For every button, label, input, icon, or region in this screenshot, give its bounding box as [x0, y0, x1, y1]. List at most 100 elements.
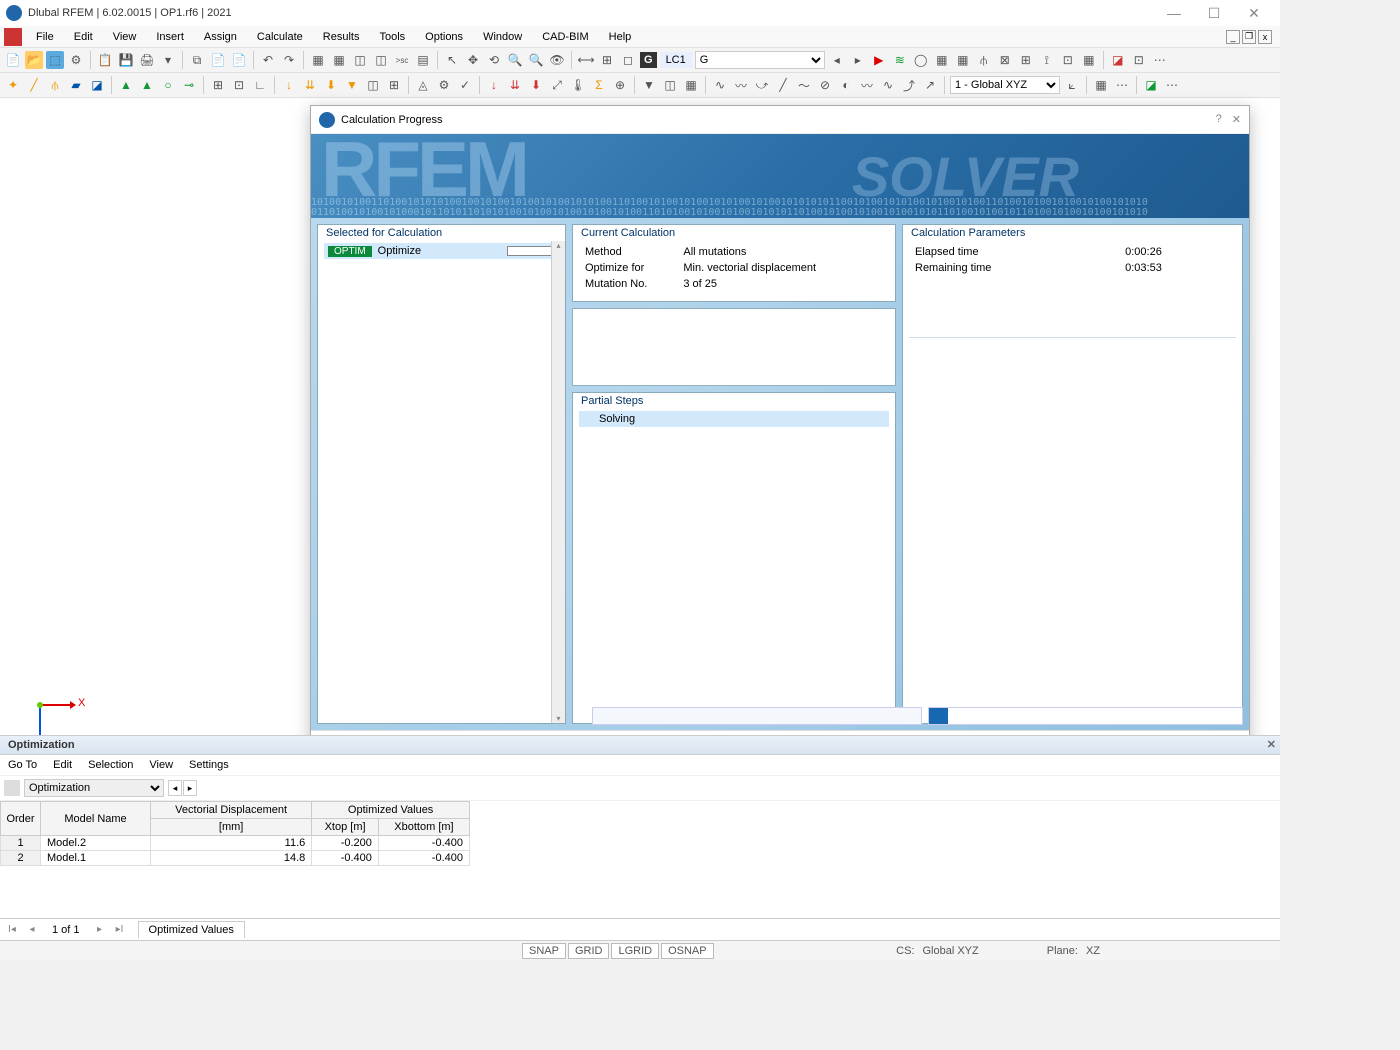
r2-icon[interactable]: 〰 — [732, 76, 750, 94]
panel-title[interactable]: Optimization ✕ — [0, 736, 1280, 755]
more2-icon[interactable]: ⋯ — [1163, 76, 1181, 94]
status-grid[interactable]: GRID — [568, 943, 610, 959]
sel-row-optimize[interactable]: OPTIM Optimize — [324, 243, 559, 259]
cs-select[interactable]: 1 - Global XYZ — [950, 76, 1060, 94]
status-osnap[interactable]: OSNAP — [661, 943, 714, 959]
close-button[interactable]: ✕ — [1234, 1, 1274, 25]
mdi-restore-icon[interactable]: ❐ — [1242, 30, 1256, 44]
box-icon[interactable]: ⊡ — [1130, 51, 1148, 69]
force2-icon[interactable]: ⇊ — [506, 76, 524, 94]
r4-icon[interactable]: ╱ — [774, 76, 792, 94]
load2-icon[interactable]: ⇊ — [301, 76, 319, 94]
result1-icon[interactable]: ▦ — [933, 51, 951, 69]
menu-options[interactable]: Options — [415, 29, 473, 45]
menu-view[interactable]: View — [103, 29, 147, 45]
save-icon[interactable]: ⬚ — [46, 51, 64, 69]
r9-icon[interactable]: ∿ — [879, 76, 897, 94]
paste-icon[interactable]: 📄 — [209, 51, 227, 69]
layers-icon[interactable]: ▦ — [1092, 76, 1110, 94]
eye-icon[interactable]: 👁 — [548, 51, 566, 69]
nav-prev-icon[interactable]: ◂ — [24, 922, 40, 938]
status-lgrid[interactable]: LGRID — [611, 943, 659, 959]
panel2-icon[interactable]: ◫ — [372, 51, 390, 69]
snap-icon[interactable]: ⊡ — [230, 76, 248, 94]
clipboard-icon[interactable]: 📋 — [96, 51, 114, 69]
r10-icon[interactable]: ⤴ — [900, 76, 918, 94]
ortho-icon[interactable]: ∟ — [251, 76, 269, 94]
panel-table-icon[interactable] — [4, 780, 20, 796]
status-snap[interactable]: SNAP — [522, 943, 566, 959]
r7-icon[interactable]: ◐ — [837, 76, 855, 94]
r6-icon[interactable]: ⊘ — [816, 76, 834, 94]
zoom-ext-icon[interactable]: 🔍 — [527, 51, 545, 69]
dim-icon[interactable]: ⟷ — [577, 51, 595, 69]
panel-menu-view[interactable]: View — [149, 759, 173, 771]
support1-icon[interactable]: ▲ — [117, 76, 135, 94]
wind-icon[interactable]: ≋ — [891, 51, 909, 69]
panel-menu-selection[interactable]: Selection — [88, 759, 133, 771]
zoom-icon[interactable]: 🔍 — [506, 51, 524, 69]
view2-icon[interactable]: ▦ — [682, 76, 700, 94]
open-icon[interactable]: 📂 — [25, 51, 43, 69]
misc-icon[interactable]: ⋯ — [1113, 76, 1131, 94]
comb-icon[interactable]: Σ — [590, 76, 608, 94]
r11-icon[interactable]: ↗ — [921, 76, 939, 94]
view1-icon[interactable]: ◫ — [661, 76, 679, 94]
r5-icon[interactable]: 〜 — [795, 76, 813, 94]
load6-icon[interactable]: ⊞ — [385, 76, 403, 94]
load3-icon[interactable]: ⬇ — [322, 76, 340, 94]
align-icon[interactable]: ⊞ — [598, 51, 616, 69]
sc-icon[interactable]: >sc — [393, 51, 411, 69]
imp-icon[interactable]: ⤢ — [548, 76, 566, 94]
env-icon[interactable]: ⊕ — [611, 76, 629, 94]
more-icon[interactable]: ⋯ — [1151, 51, 1169, 69]
circle-icon[interactable]: ◯ — [912, 51, 930, 69]
result5-icon[interactable]: ⊞ — [1017, 51, 1035, 69]
mdi-close-icon[interactable]: x — [1258, 30, 1272, 44]
list-icon[interactable]: ▤ — [414, 51, 432, 69]
tab-optimized-values[interactable]: Optimized Values — [138, 921, 245, 938]
menu-tools[interactable]: Tools — [369, 29, 415, 45]
disk-icon[interactable]: 💾 — [117, 51, 135, 69]
result2-icon[interactable]: ▦ — [954, 51, 972, 69]
move-icon[interactable]: ✥ — [464, 51, 482, 69]
result4-icon[interactable]: ⊠ — [996, 51, 1014, 69]
solid-icon[interactable]: ◪ — [88, 76, 106, 94]
nav-first-icon[interactable]: I◂ — [4, 922, 20, 938]
next-lc-icon[interactable]: ▸ — [849, 51, 867, 69]
check-icon[interactable]: ✓ — [456, 76, 474, 94]
result3-icon[interactable]: ⫛ — [975, 51, 993, 69]
nav-next-icon[interactable]: ▸ — [92, 922, 108, 938]
minimize-button[interactable]: — — [1154, 1, 1194, 25]
dialog-close-icon[interactable]: ✕ — [1232, 113, 1241, 126]
result7-icon[interactable]: ⊡ — [1059, 51, 1077, 69]
render-icon[interactable]: ◪ — [1142, 76, 1160, 94]
panel-menu-settings[interactable]: Settings — [189, 759, 229, 771]
gen-icon[interactable]: ⚙ — [435, 76, 453, 94]
menu-help[interactable]: Help — [599, 29, 642, 45]
loadcase-select[interactable]: G — [695, 51, 825, 69]
sel-scrollbar[interactable]: ▴▾ — [551, 241, 565, 723]
dropdown-icon[interactable]: ▾ — [159, 51, 177, 69]
panel-menu-edit[interactable]: Edit — [53, 759, 72, 771]
line-icon[interactable]: ╱ — [25, 76, 43, 94]
node-icon[interactable]: ✦ — [4, 76, 22, 94]
doc-icon[interactable]: 📄 — [230, 51, 248, 69]
filter-icon[interactable]: ▼ — [640, 76, 658, 94]
release-icon[interactable]: ⊸ — [180, 76, 198, 94]
new-icon[interactable]: 📄 — [4, 51, 22, 69]
table2-icon[interactable]: ▦ — [330, 51, 348, 69]
force1-icon[interactable]: ↓ — [485, 76, 503, 94]
cube-icon[interactable]: ◪ — [1109, 51, 1127, 69]
r3-icon[interactable]: ⤻ — [753, 76, 771, 94]
rotate-icon[interactable]: ⟲ — [485, 51, 503, 69]
mesh-icon[interactable]: ◬ — [414, 76, 432, 94]
maximize-button[interactable]: ☐ — [1194, 1, 1234, 25]
menu-edit[interactable]: Edit — [64, 29, 103, 45]
table-row[interactable]: 2 Model.1 14.8 -0.400 -0.400 — [1, 851, 470, 866]
surf-icon[interactable]: ▰ — [67, 76, 85, 94]
undo-icon[interactable]: ↶ — [259, 51, 277, 69]
copy-icon[interactable]: ⧉ — [188, 51, 206, 69]
menu-window[interactable]: Window — [473, 29, 532, 45]
menu-calculate[interactable]: Calculate — [247, 29, 313, 45]
